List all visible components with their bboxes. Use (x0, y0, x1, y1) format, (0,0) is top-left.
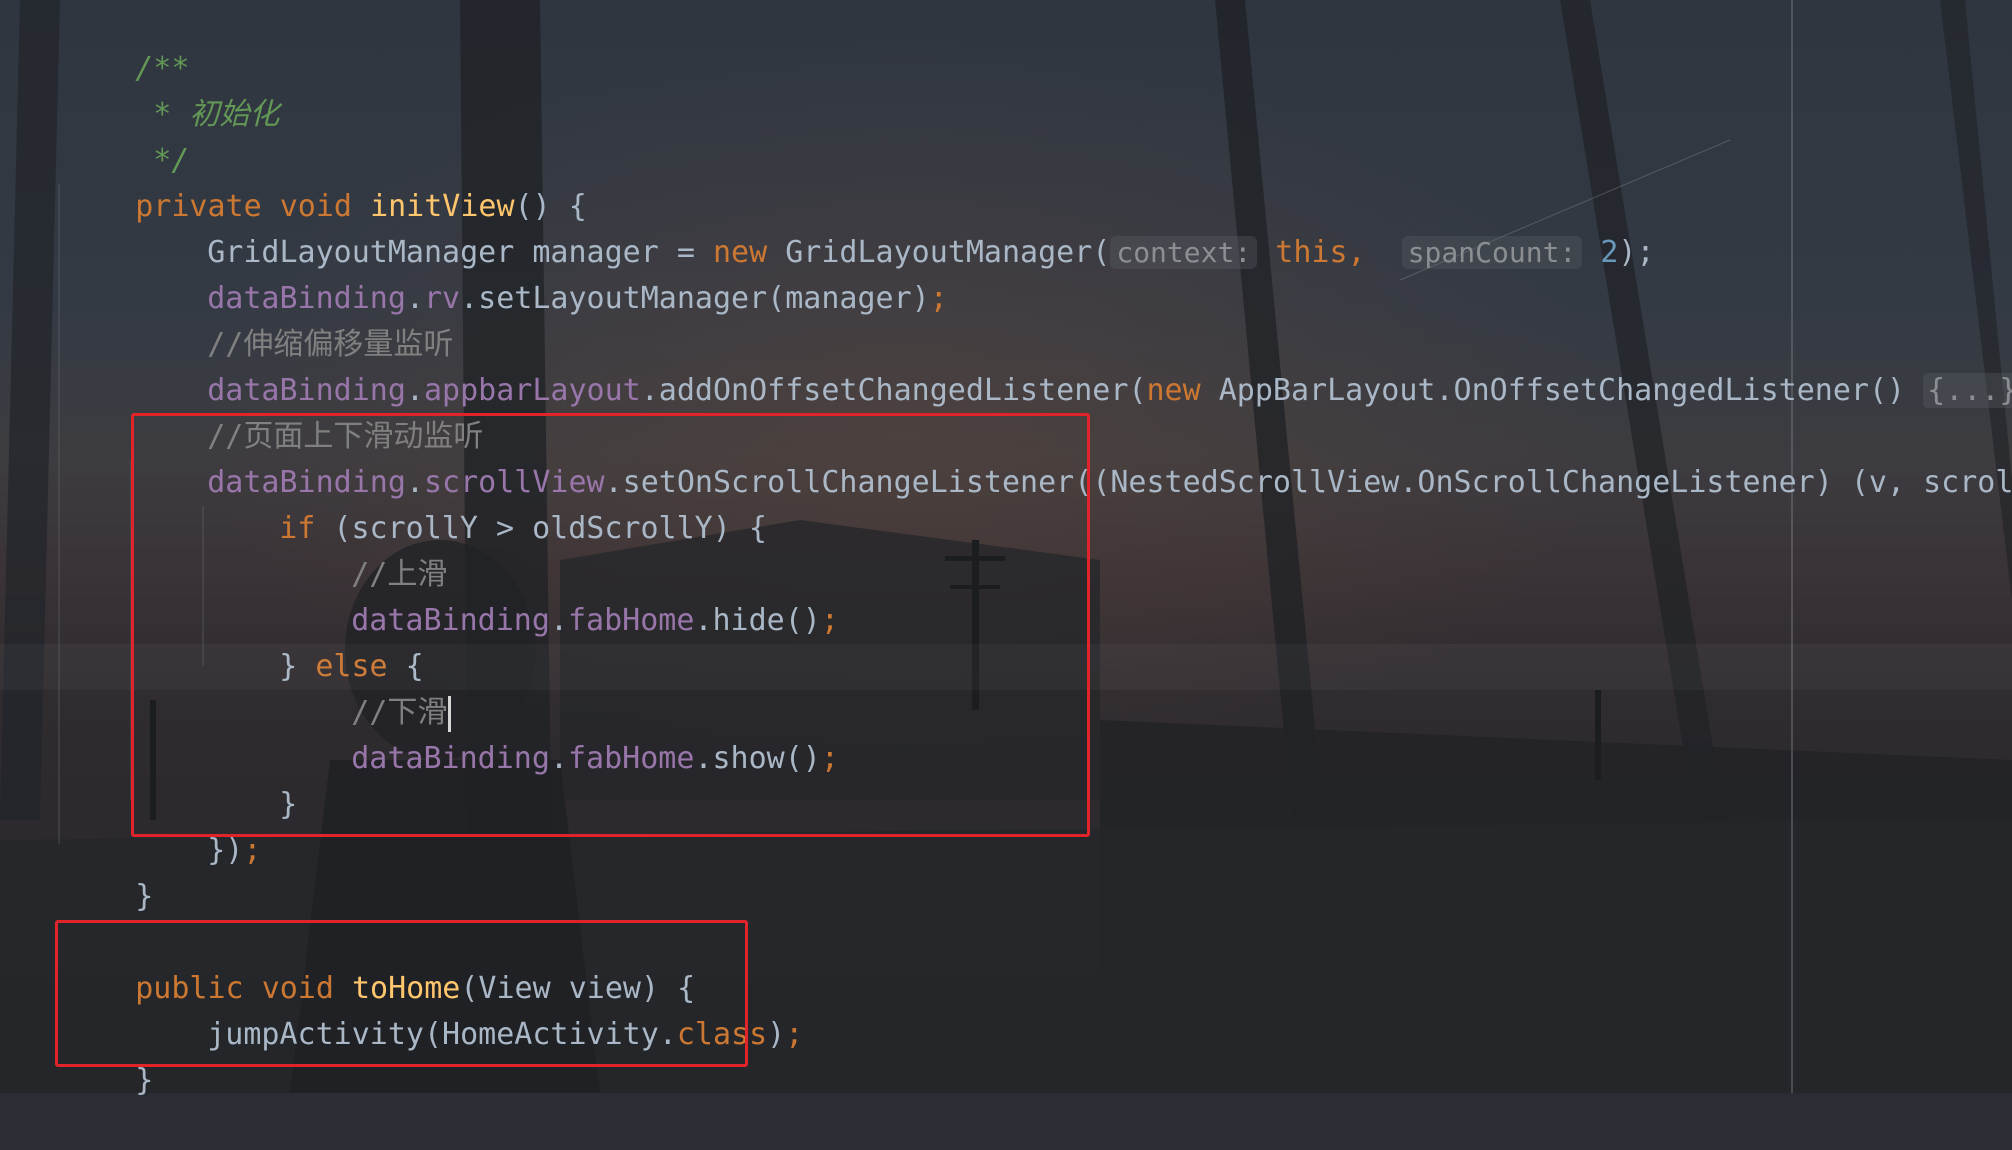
comma: , (1347, 235, 1366, 270)
code-line: dataBinding.rv.setLayoutManager(manager)… (135, 230, 948, 316)
folded-code-block[interactable]: {...} (1923, 373, 2012, 408)
code-text: } (135, 879, 154, 914)
code-line: //页面上下滑动监听 (135, 368, 483, 454)
keyword: new (1146, 373, 1201, 408)
semicolon: ; (929, 281, 948, 316)
code-text: ) (767, 1017, 786, 1052)
code-text: AppBarLayout.OnOffsetChangedListener() (1200, 373, 1924, 408)
number-literal: 2 (1600, 235, 1619, 270)
semicolon: ; (243, 833, 262, 868)
keyword: this (1275, 235, 1348, 270)
code-text: .setLayoutManager(manager) (460, 281, 930, 316)
code-line: /** (63, 0, 189, 86)
code-text: ); (1618, 235, 1655, 270)
code-line: GridLayoutManager manager = new GridLayo… (135, 184, 1654, 270)
code-line: */ (63, 92, 189, 178)
parameter-hint: spanCount: (1401, 236, 1583, 269)
code-text: }) (207, 833, 244, 868)
parameter-hint: context: (1110, 236, 1258, 269)
code-line: dataBinding.appbarLayout.addOnOffsetChan… (135, 322, 2012, 408)
semicolon: ; (785, 1017, 804, 1052)
code-line: * 初始化 (63, 46, 279, 132)
tohome-method-highlight-box (55, 920, 748, 1067)
code-text: .addOnOffsetChangedListener( (640, 373, 1147, 408)
code-line: private void initView() { (63, 138, 587, 224)
scroll-listener-highlight-box (131, 413, 1090, 837)
code-line: //伸缩偏移量监听 (135, 276, 453, 362)
